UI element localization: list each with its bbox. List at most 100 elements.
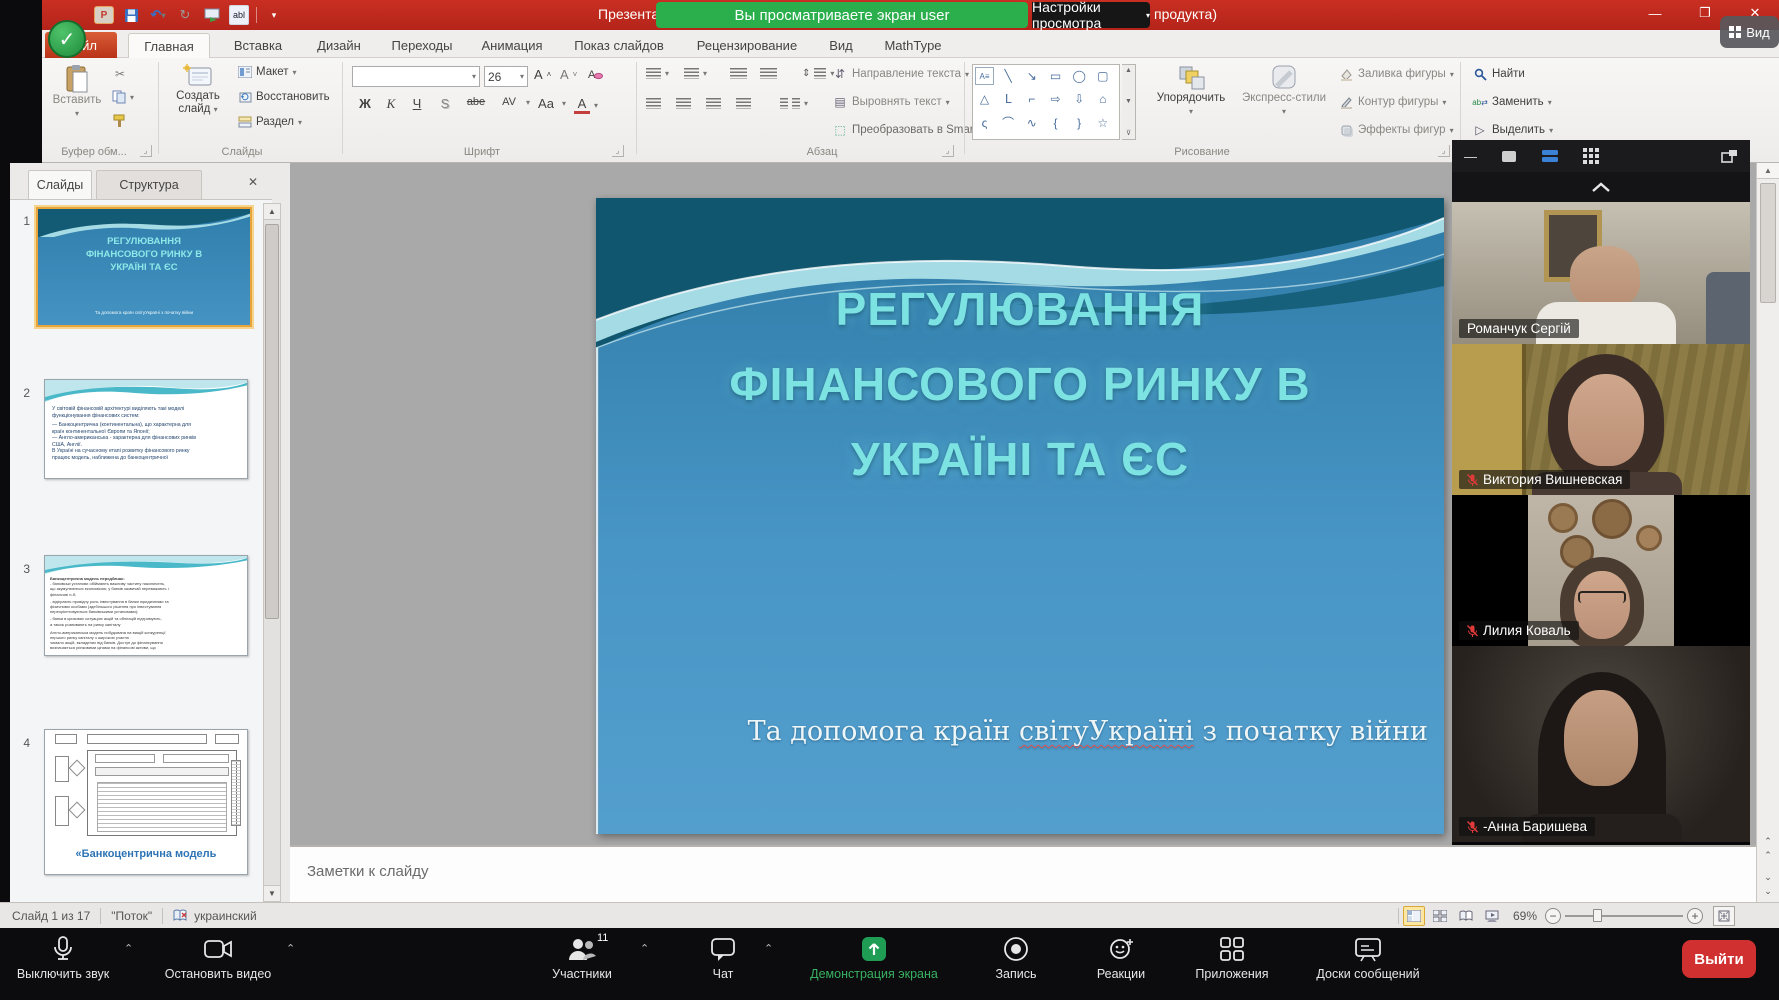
cut-button[interactable]: ✂ [112, 66, 128, 82]
replace-button[interactable]: ab⇄Заменить▾ [1472, 94, 1552, 110]
slideshow-view-button[interactable] [1481, 906, 1503, 926]
shape-triangle-icon[interactable]: △ [975, 90, 994, 108]
shape-fill-button[interactable]: Заливка фигуры▾ [1338, 66, 1454, 82]
fit-to-window-button[interactable] [1713, 906, 1735, 926]
shape-textbox-icon[interactable]: A≡ [975, 67, 994, 85]
chat-button[interactable]: Чат [690, 936, 756, 981]
columns-button[interactable]: ▾ [780, 98, 808, 109]
leave-meeting-button[interactable]: Выйти [1682, 940, 1756, 978]
decrease-indent-button[interactable] [730, 68, 747, 79]
shape-pentagon-icon[interactable]: ⌂ [1093, 90, 1112, 108]
gallery-view-icon[interactable] [1583, 148, 1599, 164]
undo-icon[interactable]: ↶▾ [148, 5, 168, 25]
tab-transitions[interactable]: Переходы [382, 33, 462, 58]
format-painter-button[interactable] [112, 114, 126, 128]
section-button[interactable]: Раздел▾ [238, 116, 302, 128]
participants-button[interactable]: 11 Участники [540, 936, 624, 981]
character-spacing-button[interactable]: AV▾ [496, 96, 530, 108]
strikethrough-button[interactable]: abe [462, 96, 490, 108]
text-shadow-button[interactable]: S [434, 96, 456, 111]
stop-video-button[interactable]: Остановить видео [158, 936, 278, 981]
shape-effects-button[interactable]: Эффекты фигур▾ [1338, 122, 1454, 138]
slide-thumbnail-2[interactable]: У світовій фінансовій архітектурі виділя… [44, 379, 248, 479]
justify-button[interactable] [736, 98, 751, 109]
redo-icon[interactable]: ↻ [175, 5, 195, 25]
whiteboards-button[interactable]: Доски сообщений [1306, 936, 1430, 981]
increase-indent-button[interactable] [760, 68, 777, 79]
shape-rounded-rect-icon[interactable]: ▢ [1093, 67, 1112, 85]
spelling-status-icon[interactable] [173, 909, 188, 922]
popout-panel-icon[interactable] [1721, 149, 1738, 163]
shape-down-arrow-icon[interactable]: ⇩ [1070, 90, 1089, 108]
slide-thumbnail-1[interactable]: РЕГУЛЮВАННЯ ФІНАНСОВОГО РИНКУ В УКРАЇНІ … [36, 207, 252, 327]
reset-button[interactable]: Восстановить [238, 91, 330, 103]
align-right-button[interactable] [706, 98, 721, 109]
font-color-button[interactable]: А▾ [574, 96, 598, 114]
underline-button[interactable]: Ч [406, 96, 428, 111]
tab-insert[interactable]: Вставка [220, 33, 296, 58]
participant-video-4[interactable]: -Анна Баришева [1452, 646, 1750, 842]
new-slide-button[interactable]: Создатьслайд ▾ [166, 64, 230, 116]
scrollbar-thumb[interactable] [265, 224, 279, 619]
tab-slideshow[interactable]: Показ слайдов [562, 33, 676, 58]
tab-home[interactable]: Главная [128, 33, 210, 58]
shape-oval-icon[interactable]: ◯ [1070, 67, 1089, 85]
participant-video-3[interactable]: Лилия Коваль [1452, 495, 1750, 646]
apps-button[interactable]: Приложения [1188, 936, 1276, 981]
font-name-combo[interactable]: ▾ [352, 66, 480, 87]
tab-view[interactable]: Вид [818, 33, 864, 58]
clear-formatting-button[interactable]: A [588, 67, 603, 80]
record-button[interactable]: Запись [985, 936, 1047, 981]
font-size-combo[interactable]: 26▾ [484, 66, 528, 87]
current-slide[interactable]: РЕГУЛЮВАННЯ ФІНАНСОВОГО РИНКУ В УКРАЇНІ … [596, 198, 1444, 834]
paste-button[interactable]: Вставить▾ [50, 64, 104, 120]
start-slideshow-icon[interactable] [202, 5, 222, 25]
mute-options-chevron[interactable]: ⌃ [124, 942, 133, 955]
previous-slide-button[interactable]: ⌃⌃ [1757, 834, 1779, 862]
shape-arrow-icon[interactable]: ↘ [1022, 67, 1041, 85]
slide-thumbnail-4[interactable]: «Банкоцентрична модель [44, 729, 248, 875]
shape-line-icon[interactable]: ╲ [999, 67, 1018, 85]
language-abl-icon[interactable]: abl [229, 5, 249, 25]
tab-mathtype[interactable]: MathType [872, 33, 954, 58]
zoom-in-button[interactable]: + [1687, 908, 1703, 924]
select-button[interactable]: ▷Выделить▾ [1472, 122, 1553, 138]
align-left-button[interactable] [646, 98, 661, 109]
zoom-slider[interactable] [1565, 915, 1683, 917]
mute-button[interactable]: Выключить звук [10, 936, 116, 981]
shape-brace-right-icon[interactable]: } [1070, 114, 1089, 132]
speaker-view-icon[interactable] [1501, 150, 1517, 163]
shape-elbow-icon[interactable]: 𝖫 [999, 90, 1018, 108]
reactions-button[interactable]: Реакции [1084, 936, 1158, 981]
view-settings-button[interactable]: Настройки просмотра▾ [1032, 2, 1150, 28]
change-case-button[interactable]: Aa▾ [534, 96, 566, 111]
scroll-down-icon[interactable]: ▼ [264, 885, 280, 901]
shapes-gallery[interactable]: A≡ ╲ ↘ ▭ ◯ ▢ △ 𝖫 ⌐ ⇨ ⇩ ⌂ ς ⌒ ∿ { } ☆ [972, 64, 1120, 140]
slide-sorter-view-button[interactable] [1429, 906, 1451, 926]
tab-outline-pane[interactable]: Структура [96, 170, 202, 199]
main-scrollbar[interactable]: ▲ ⌃⌃ ⌄⌄ [1756, 163, 1779, 902]
font-dialog-launcher[interactable]: ⌟ [612, 145, 624, 157]
participant-video-2[interactable]: Виктория Вишневская [1452, 344, 1750, 495]
text-direction-button[interactable]: ⇵Направление текста▾ [832, 66, 969, 82]
scroll-up-icon[interactable]: ▲ [264, 204, 280, 220]
share-screen-button[interactable]: Демонстрация экрана [800, 936, 948, 981]
participant-video-1[interactable]: Романчук Сергій [1452, 202, 1750, 344]
shape-curve-icon[interactable]: ∿ [1022, 114, 1041, 132]
zoom-out-button[interactable]: − [1545, 908, 1561, 924]
panel-minimize-icon[interactable]: — [1464, 149, 1477, 164]
restore-button[interactable]: ❐ [1690, 0, 1720, 26]
shape-brace-left-icon[interactable]: { [1046, 114, 1065, 132]
bold-button[interactable]: Ж [354, 96, 376, 111]
grow-font-button[interactable]: A˄ [534, 67, 551, 82]
shape-scribble-icon[interactable]: ς [975, 114, 994, 132]
scroll-up-icon[interactable]: ▲ [1757, 163, 1779, 179]
tab-design[interactable]: Дизайн [306, 33, 372, 58]
shape-outline-button[interactable]: Контур фигуры▾ [1338, 94, 1446, 110]
tab-slides-pane[interactable]: Слайды [28, 170, 92, 199]
shape-right-arrow-icon[interactable]: ⇨ [1046, 90, 1065, 108]
numbering-button[interactable]: ▾ [684, 68, 707, 79]
shape-star-icon[interactable]: ☆ [1093, 114, 1112, 132]
copy-button[interactable]: ▾ [112, 90, 134, 104]
save-icon[interactable] [121, 5, 141, 25]
